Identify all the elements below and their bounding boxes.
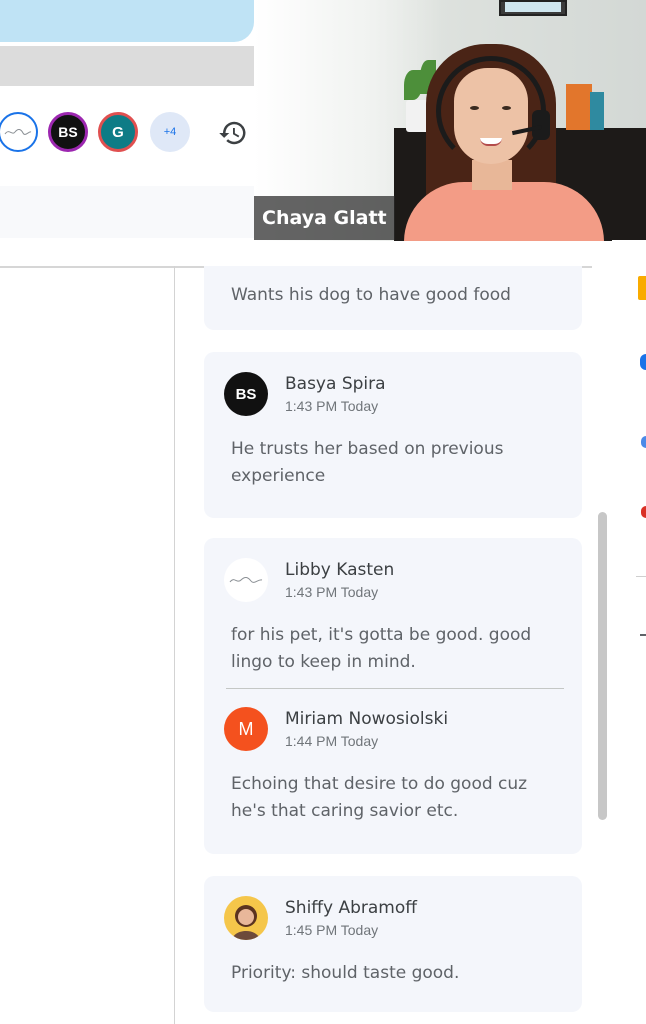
comment-card[interactable]: Shiffy Abramoff 1:45 PM Today Priority: … (204, 876, 582, 1012)
comment-author: Basya Spira (285, 374, 386, 394)
panel-divider (174, 266, 175, 1024)
comment-text: Priority: should taste good. (231, 963, 460, 983)
collaborator-avatar-g[interactable]: G (98, 112, 138, 152)
comment-author: Shiffy Abramoff (285, 898, 417, 918)
avatar: M (224, 707, 268, 751)
comment-text: Wants his dog to have good food (231, 285, 511, 305)
comment-time: 1:45 PM Today (285, 922, 379, 938)
participant-name-tag: Chaya Glatt (254, 196, 395, 240)
maps-icon[interactable] (641, 506, 646, 518)
comment-text: for his pet, it's gotta be good. good li… (231, 625, 532, 672)
history-icon[interactable] (218, 118, 248, 148)
keep-icon[interactable] (638, 276, 646, 300)
comment-card[interactable]: Libby Kasten 1:43 PM Today for his pet, … (204, 538, 582, 854)
contacts-icon[interactable] (641, 436, 646, 448)
avatar (224, 896, 268, 940)
more-collaborators-badge[interactable]: +4 (150, 112, 190, 152)
wall-frame (499, 0, 567, 16)
comment-time: 1:43 PM Today (285, 398, 379, 414)
comment-text: He trusts her based on previous experien… (231, 439, 504, 486)
comment-author: Libby Kasten (285, 560, 395, 580)
comment-time: 1:43 PM Today (285, 584, 379, 600)
avatar (224, 558, 268, 602)
comment-author: Miriam Nowosiolski (285, 709, 449, 729)
reply-divider (226, 688, 564, 689)
side-divider (636, 576, 646, 577)
video-tile: Chaya Glatt (254, 0, 646, 241)
comment-text: Echoing that desire to do good cuz he's … (231, 774, 528, 821)
comment-card[interactable]: BS Basya Spira 1:43 PM Today He trusts h… (204, 352, 582, 518)
toolbar-subbar (0, 186, 254, 238)
tasks-icon[interactable] (640, 354, 646, 370)
collaborator-avatar-bs[interactable]: BS (48, 112, 88, 152)
comment-time: 1:44 PM Today (285, 733, 379, 749)
toolbar-strip (0, 46, 254, 86)
comments-scrollbar[interactable] (598, 512, 607, 820)
add-icon[interactable] (640, 634, 646, 636)
top-banner (0, 0, 254, 42)
comment-card[interactable]: Wants his dog to have good food (204, 266, 582, 330)
avatar: BS (224, 372, 268, 416)
